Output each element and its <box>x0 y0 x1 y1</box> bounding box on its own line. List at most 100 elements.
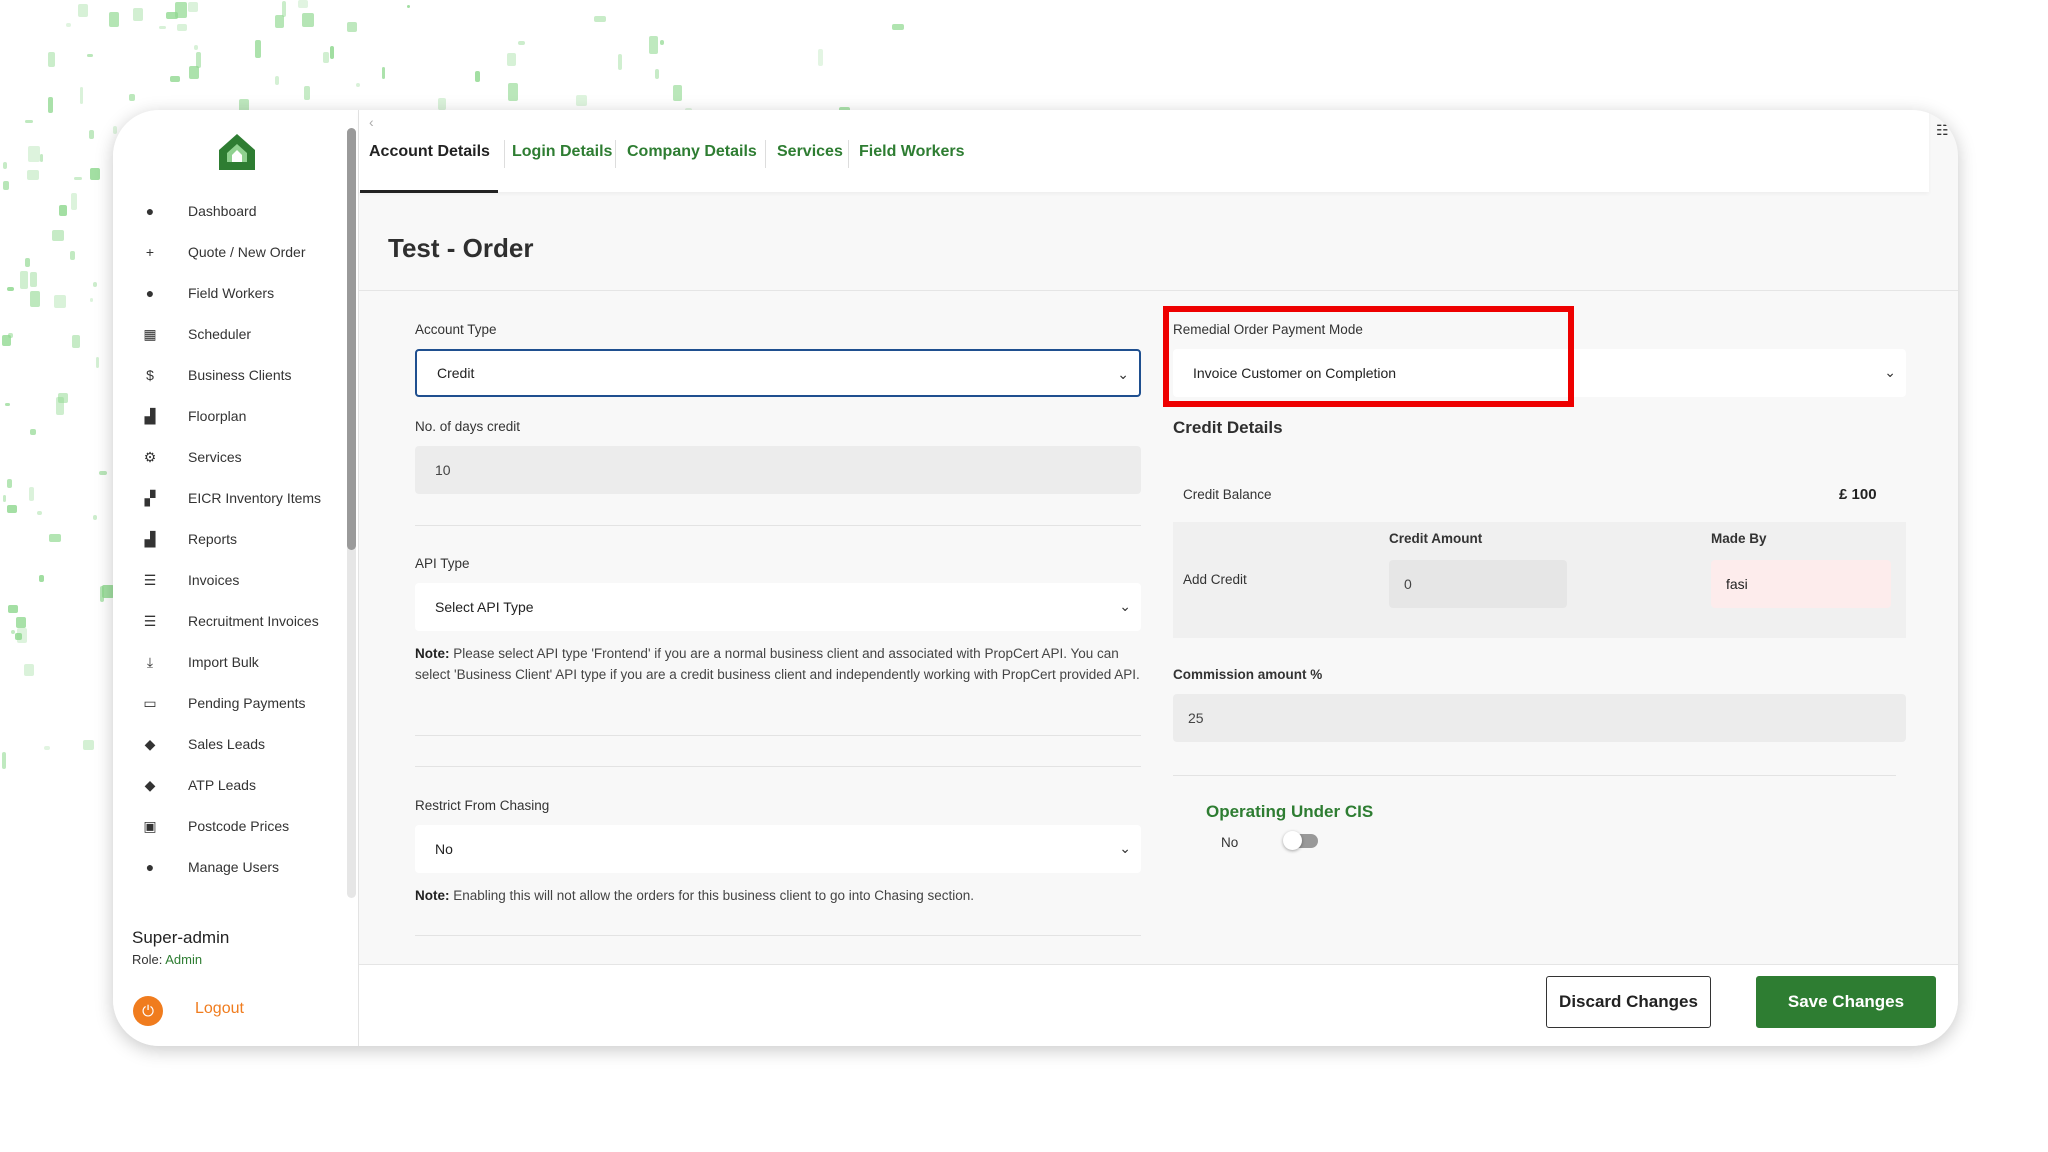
logout-link[interactable]: Logout <box>195 1000 244 1018</box>
matrix-glyph <box>80 87 83 104</box>
chevron-left-icon[interactable]: ‹ <box>369 114 374 130</box>
matrix-glyph <box>655 69 659 79</box>
user-role: Role: Admin <box>132 952 202 967</box>
matrix-glyph <box>70 251 75 260</box>
sidebar-item-business-clients[interactable]: $ Business Clients <box>137 360 291 390</box>
restrict-note-text: Enabling this will not allow the orders … <box>449 888 975 903</box>
matrix-glyph <box>649 36 658 54</box>
tab-account-details[interactable]: Account Details <box>369 143 490 161</box>
api-type-note: Note: Please select API type 'Frontend' … <box>415 643 1141 685</box>
sidebar-item-reports[interactable]: ▟ Reports <box>137 524 237 554</box>
sidebar-item-manage-users[interactable]: ● Manage Users <box>137 852 279 882</box>
matrix-glyph <box>275 76 279 85</box>
sidebar-item-atp-leads[interactable]: ◆ ATP Leads <box>137 770 256 800</box>
sidebar-item-recruitment-invoices[interactable]: ☰ Recruitment Invoices <box>137 606 319 636</box>
tag-icon: ◆ <box>144 735 156 752</box>
dollar-icon: $ <box>146 367 154 383</box>
credit-balance-label: Credit Balance <box>1183 487 1272 502</box>
matrix-glyph <box>87 54 93 57</box>
sidebar-scrollbar-thumb[interactable] <box>347 128 356 550</box>
tab-field-workers[interactable]: Field Workers <box>859 143 965 161</box>
matrix-glyph <box>25 120 33 123</box>
plus-icon: + <box>145 244 155 260</box>
matrix-glyph <box>24 664 34 676</box>
cis-toggle-knob[interactable] <box>1283 831 1302 850</box>
save-changes-button[interactable]: Save Changes <box>1756 976 1936 1028</box>
matrix-glyph <box>99 471 107 475</box>
sidebar-item-eicr-inventory-items[interactable]: ▞ EICR Inventory Items <box>137 483 321 513</box>
app-window: ● Dashboard + Quote / New Order ● Field Worke… <box>113 110 1958 1046</box>
sidebar-item-label: Manage Users <box>188 859 280 875</box>
sidebar-item-dashboard[interactable]: ● Dashboard <box>137 196 257 226</box>
tab-separator <box>765 140 766 168</box>
matrix-glyph <box>28 146 40 162</box>
matrix-glyph <box>618 54 622 70</box>
sidebar-item-label: Quote / New Order <box>188 244 306 260</box>
sidebar-item-label: Dashboard <box>188 203 257 219</box>
matrix-glyph <box>475 71 480 82</box>
account-type-select[interactable]: Credit ⌄ <box>415 349 1141 397</box>
gears-icon: ⚙ <box>143 448 157 465</box>
credit-amount-label: Credit Amount <box>1389 531 1483 546</box>
sidebar-item-label: ATP Leads <box>188 777 256 793</box>
section-divider <box>415 525 1141 526</box>
tag-icon: ◆ <box>144 776 156 793</box>
made-by-label: Made By <box>1711 531 1767 546</box>
matrix-glyph <box>74 177 82 180</box>
matrix-glyph <box>37 511 42 515</box>
section-divider <box>415 766 1141 767</box>
sidebar-item-pending-payments[interactable]: ▭ Pending Payments <box>137 688 306 718</box>
matrix-glyph <box>2 752 6 769</box>
app-logo <box>217 132 257 177</box>
matrix-glyph <box>52 230 64 241</box>
title-divider <box>359 290 1958 291</box>
sidebar-item-sales-leads[interactable]: ◆ Sales Leads <box>137 729 265 759</box>
matrix-glyph <box>170 76 180 82</box>
sidebar-item-invoices[interactable]: ☰ Invoices <box>137 565 240 595</box>
section-divider <box>1173 775 1896 776</box>
tab-company-details[interactable]: Company Details <box>627 143 757 161</box>
role-value: Admin <box>165 952 203 967</box>
sidebar-item-label: Postcode Prices <box>188 818 290 834</box>
matrix-glyph <box>304 86 310 100</box>
matrix-glyph <box>576 95 587 106</box>
tab-login-details[interactable]: Login Details <box>512 143 612 161</box>
sidebar-item-quote-new-order[interactable]: + Quote / New Order <box>137 237 306 267</box>
sidebar: ● Dashboard + Quote / New Order ● Field Worke… <box>113 110 358 1046</box>
matrix-glyph <box>39 575 44 582</box>
restrict-chasing-select[interactable]: No ⌄ <box>415 825 1141 873</box>
matrix-glyph <box>282 1 286 17</box>
sidebar-item-scheduler[interactable]: ▦ Scheduler <box>137 319 251 349</box>
matrix-glyph <box>54 295 66 308</box>
sidebar-item-label: Pending Payments <box>188 695 306 711</box>
discard-changes-button[interactable]: Discard Changes <box>1546 976 1711 1028</box>
highlight-annotation-box <box>1163 306 1574 407</box>
api-type-select[interactable]: Select API Type ⌄ <box>415 583 1141 631</box>
matrix-glyph <box>347 22 357 32</box>
sidebar-item-field-workers[interactable]: ● Field Workers <box>137 278 274 308</box>
matrix-glyph <box>518 41 525 45</box>
matrix-glyph <box>818 49 823 66</box>
tab-services[interactable]: Services <box>777 143 843 161</box>
matrix-glyph <box>30 272 37 287</box>
matrix-glyph <box>302 13 314 27</box>
matrix-glyph <box>7 505 17 513</box>
sidebar-item-postcode-prices[interactable]: ▣ Postcode Prices <box>137 811 289 841</box>
credit-details-title: Credit Details <box>1173 418 1283 437</box>
sidebar-item-services[interactable]: ⚙ Services <box>137 442 242 472</box>
sidebar-item-label: Import Bulk <box>188 654 259 670</box>
checklist-icon[interactable]: ☷ <box>1936 122 1949 139</box>
credit-card-icon: ▭ <box>143 694 157 711</box>
sidebar-item-floorplan[interactable]: ▟ Floorplan <box>137 401 247 431</box>
matrix-glyph <box>166 12 178 19</box>
matrix-glyph <box>438 98 446 110</box>
commission-field[interactable]: 25 <box>1173 694 1906 742</box>
made-by-field[interactable]: fasi <box>1711 560 1891 608</box>
sidebar-item-label: Services <box>188 449 242 465</box>
sidebar-item-import-bulk[interactable]: ⤓ Import Bulk <box>137 647 259 677</box>
days-credit-field[interactable]: 10 <box>415 446 1141 494</box>
power-icon[interactable]: ⏻ <box>133 996 163 1026</box>
matrix-glyph <box>16 617 26 628</box>
section-divider <box>415 735 1141 736</box>
credit-amount-field[interactable]: 0 <box>1389 560 1567 608</box>
